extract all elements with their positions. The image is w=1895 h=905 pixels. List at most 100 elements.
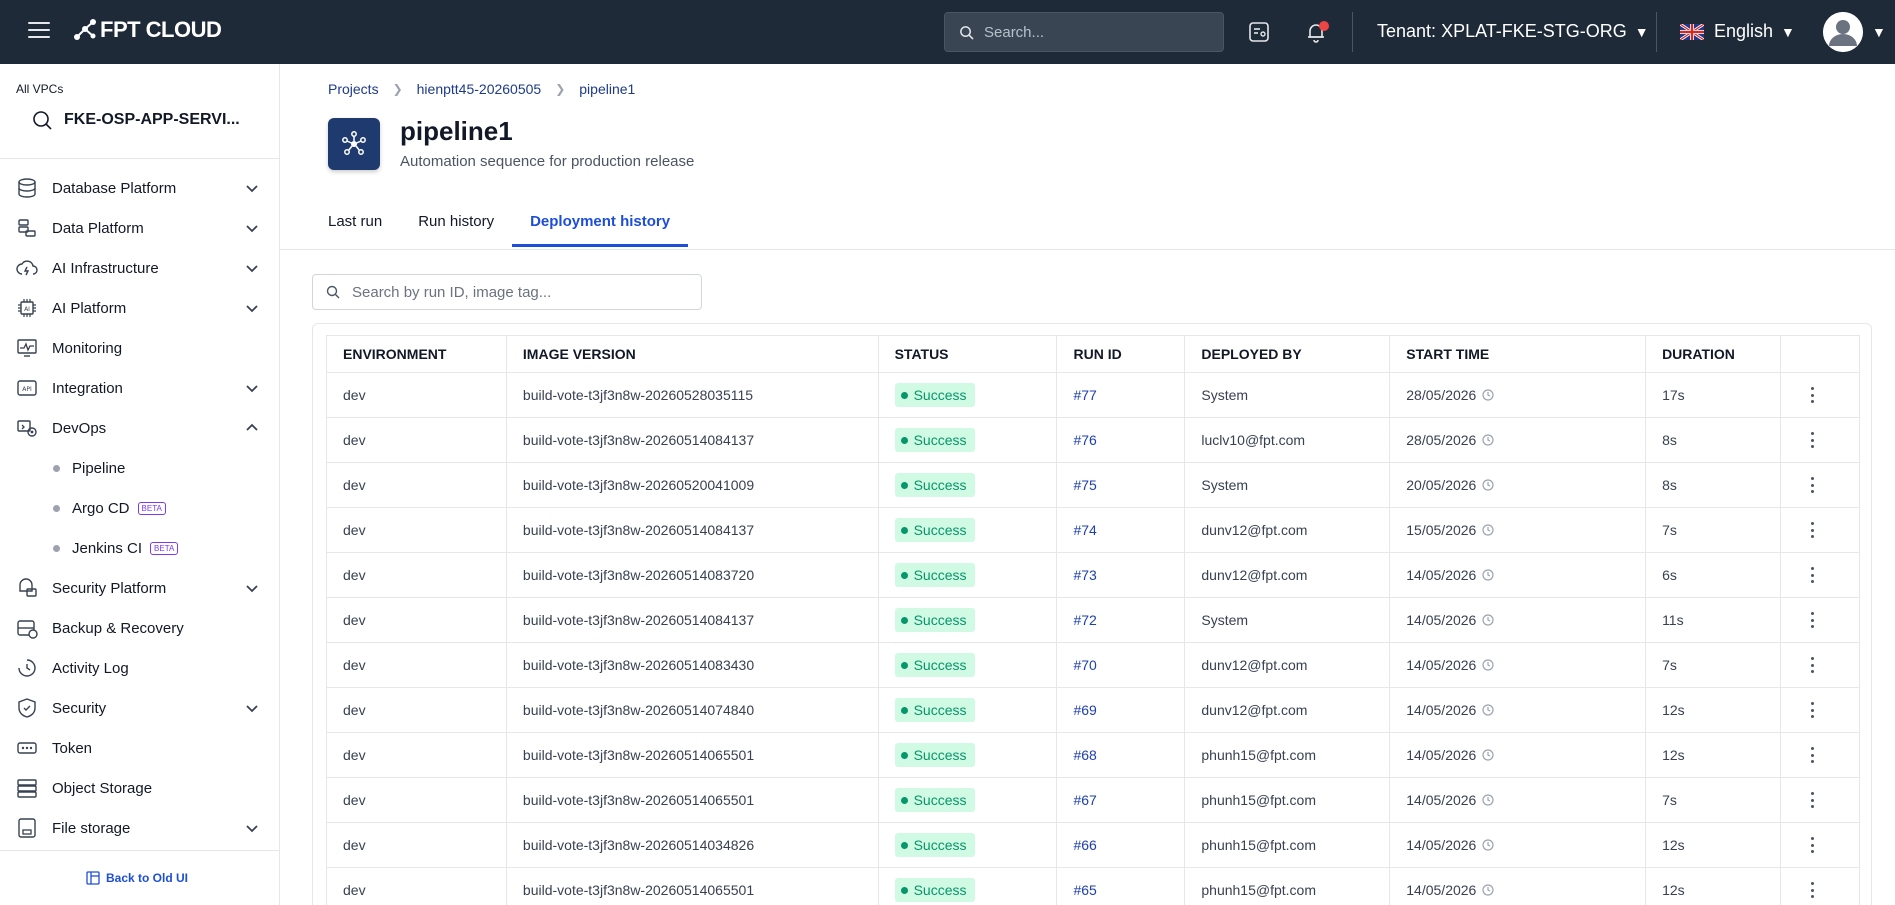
table-row[interactable]: dev build-vote-t3jf3n8w-20260514083430 S… — [326, 642, 1860, 688]
breadcrumb-projects[interactable]: Projects — [328, 81, 379, 97]
sidebar-item-ai-platform[interactable]: AI AI Platform — [0, 288, 280, 328]
chevron-down-icon — [246, 265, 258, 273]
sidebar-item-security[interactable]: Security — [0, 688, 280, 728]
clock-icon[interactable] — [1482, 749, 1494, 761]
table-row[interactable]: dev build-vote-t3jf3n8w-20260514065501 S… — [326, 732, 1860, 778]
cell-duration: 7s — [1645, 777, 1781, 823]
table-row[interactable]: dev build-vote-t3jf3n8w-20260514083720 S… — [326, 552, 1860, 598]
cell-run-id: #76 — [1056, 417, 1186, 463]
more-actions-icon[interactable] — [1811, 387, 1815, 403]
table-row[interactable]: dev build-vote-t3jf3n8w-20260514034826 S… — [326, 822, 1860, 868]
sidebar-item-label: Data Platform — [52, 219, 144, 237]
table-row[interactable]: dev build-vote-t3jf3n8w-20260520041009 S… — [326, 462, 1860, 508]
sidebar-item-integration[interactable]: API Integration — [0, 368, 280, 408]
language-selector[interactable]: English ▼ — [1680, 21, 1795, 42]
run-id-link[interactable]: #68 — [1073, 747, 1096, 763]
run-id-link[interactable]: #77 — [1073, 387, 1096, 403]
cell-actions — [1780, 822, 1860, 868]
table-search-input[interactable] — [352, 283, 692, 301]
more-actions-icon[interactable] — [1811, 882, 1815, 898]
clock-icon[interactable] — [1482, 794, 1494, 806]
sidebar-item-security-platform[interactable]: Security Platform — [0, 568, 280, 608]
language-label: English — [1714, 21, 1774, 41]
global-search-input[interactable] — [984, 23, 1204, 41]
sidebar-subitem-jenkins-ci[interactable]: Jenkins CI BETA — [0, 528, 280, 568]
clock-icon[interactable] — [1482, 704, 1494, 716]
clock-icon[interactable] — [1482, 614, 1494, 626]
run-id-link[interactable]: #73 — [1073, 567, 1096, 583]
table-row[interactable]: dev build-vote-t3jf3n8w-20260514074840 S… — [326, 687, 1860, 733]
clock-icon[interactable] — [1482, 659, 1494, 671]
table-search[interactable] — [312, 274, 702, 310]
clock-icon[interactable] — [1482, 569, 1494, 581]
table-row[interactable]: dev build-vote-t3jf3n8w-20260514084137 S… — [326, 417, 1860, 463]
more-actions-icon[interactable] — [1811, 792, 1815, 808]
tab-deployment-history[interactable]: Deployment history — [512, 208, 689, 248]
clock-icon[interactable] — [1482, 434, 1494, 446]
more-actions-icon[interactable] — [1811, 432, 1815, 448]
status-badge: Success — [894, 383, 975, 407]
cell-actions — [1780, 372, 1860, 418]
activity-log-icon — [16, 657, 38, 679]
table-row[interactable]: dev build-vote-t3jf3n8w-20260514084137 S… — [326, 507, 1860, 553]
sidebar-subitem-pipeline[interactable]: Pipeline — [0, 448, 280, 488]
cell-start-time: 28/05/2026 — [1389, 417, 1647, 463]
table-row[interactable]: dev build-vote-t3jf3n8w-20260514065501 S… — [326, 867, 1860, 905]
run-id-link[interactable]: #76 — [1073, 432, 1096, 448]
run-id-link[interactable]: #70 — [1073, 657, 1096, 673]
fpt-cloud-logo[interactable]: FPT CLOUD — [72, 17, 222, 43]
sidebar-item-object-storage[interactable]: Object Storage — [0, 768, 280, 808]
global-search[interactable] — [944, 12, 1224, 52]
menu-icon[interactable] — [28, 22, 50, 40]
run-id-link[interactable]: #67 — [1073, 792, 1096, 808]
clock-icon[interactable] — [1482, 389, 1494, 401]
table-row[interactable]: dev build-vote-t3jf3n8w-20260514084137 S… — [326, 597, 1860, 643]
table-row[interactable]: dev build-vote-t3jf3n8w-20260528035115 S… — [326, 372, 1860, 418]
run-id-link[interactable]: #72 — [1073, 612, 1096, 628]
more-actions-icon[interactable] — [1811, 522, 1815, 538]
sidebar-item-monitoring[interactable]: Monitoring — [0, 328, 280, 368]
sidebar-item-token[interactable]: Token — [0, 728, 280, 768]
more-actions-icon[interactable] — [1811, 567, 1815, 583]
run-id-link[interactable]: #65 — [1073, 882, 1096, 898]
more-actions-icon[interactable] — [1811, 612, 1815, 628]
more-actions-icon[interactable] — [1811, 477, 1815, 493]
status-label: Success — [913, 432, 967, 448]
clock-icon[interactable] — [1482, 839, 1494, 851]
run-id-link[interactable]: #74 — [1073, 522, 1096, 538]
more-actions-icon[interactable] — [1811, 657, 1815, 673]
more-actions-icon[interactable] — [1811, 747, 1815, 763]
tab-run-history[interactable]: Run history — [400, 208, 512, 248]
breadcrumb-project[interactable]: hienptt45-20260505 — [417, 81, 542, 97]
table-row[interactable]: dev build-vote-t3jf3n8w-20260514065501 S… — [326, 777, 1860, 823]
sidebar-item-devops[interactable]: DevOps — [0, 408, 280, 448]
more-actions-icon[interactable] — [1811, 837, 1815, 853]
more-actions-icon[interactable] — [1811, 702, 1815, 718]
sidebar-item-backup-recovery[interactable]: Backup & Recovery — [0, 608, 280, 648]
sidebar-subitem-argo-cd[interactable]: Argo CD BETA — [0, 488, 280, 528]
tenant-selector[interactable]: Tenant: XPLAT-FKE-STG-ORG ▼ — [1377, 21, 1649, 42]
run-id-link[interactable]: #69 — [1073, 702, 1096, 718]
cell-start-time: 14/05/2026 — [1389, 687, 1647, 733]
back-to-old-ui-link[interactable]: Back to Old UI — [86, 871, 188, 885]
svg-text:AI: AI — [24, 306, 30, 313]
avatar[interactable] — [1823, 12, 1863, 52]
clock-icon[interactable] — [1482, 479, 1494, 491]
cell-environment: dev — [326, 687, 507, 733]
ticket-icon[interactable] — [1247, 20, 1271, 44]
sidebar-item-data-platform[interactable]: Data Platform — [0, 208, 280, 248]
breadcrumb-current[interactable]: pipeline1 — [579, 81, 635, 97]
cell-image-version: build-vote-t3jf3n8w-20260514034826 — [506, 822, 879, 868]
caret-down-icon[interactable]: ▼ — [1872, 24, 1886, 40]
sidebar-item-activity-log[interactable]: Activity Log — [0, 648, 280, 688]
vpc-selector[interactable]: FKE-OSP-APP-SERVI... — [32, 110, 240, 130]
caret-down-icon: ▼ — [1634, 23, 1649, 40]
clock-icon[interactable] — [1482, 524, 1494, 536]
sidebar-item-ai-infrastructure[interactable]: AI Infrastructure — [0, 248, 280, 288]
tab-last-run[interactable]: Last run — [310, 208, 400, 248]
run-id-link[interactable]: #66 — [1073, 837, 1096, 853]
sidebar-item-database-platform[interactable]: Database Platform — [0, 168, 280, 208]
clock-icon[interactable] — [1482, 884, 1494, 896]
run-id-link[interactable]: #75 — [1073, 477, 1096, 493]
sidebar-item-file-storage[interactable]: File storage — [0, 808, 280, 848]
